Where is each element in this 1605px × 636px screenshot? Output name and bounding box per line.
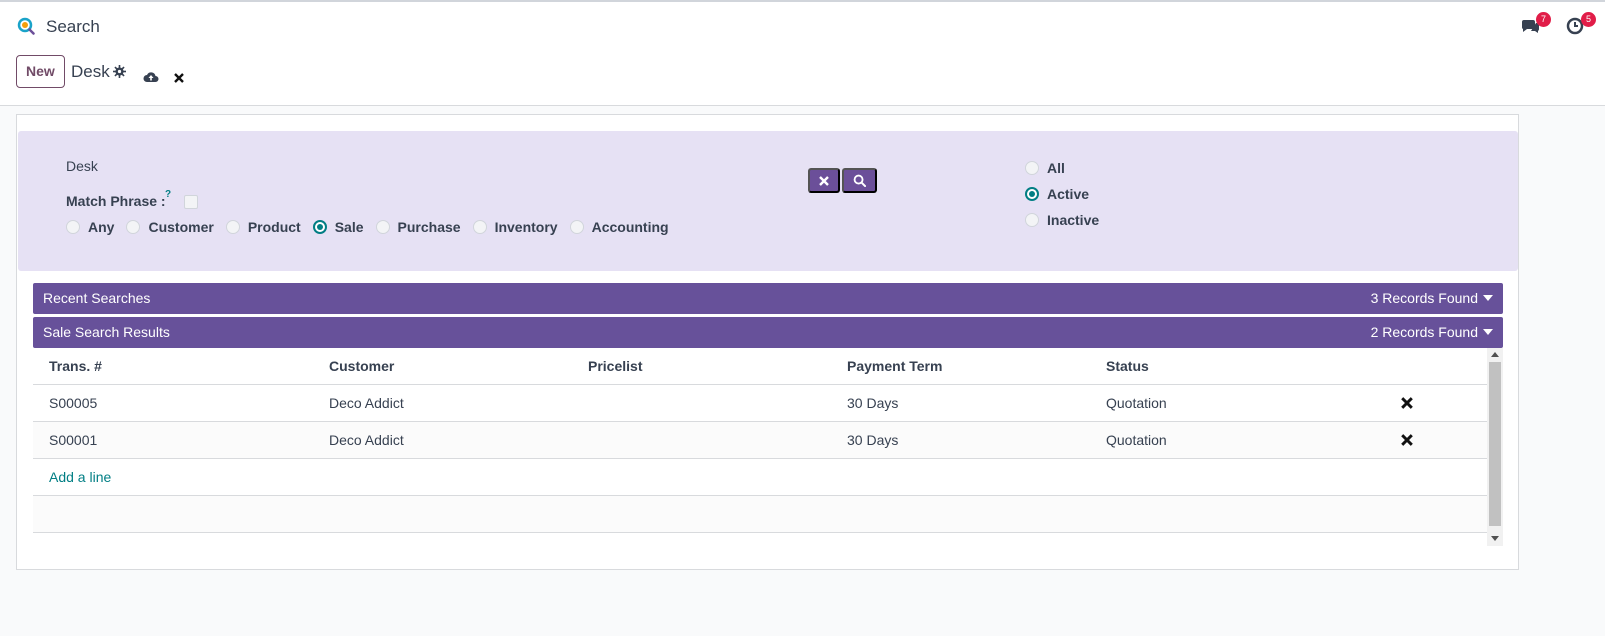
cell-customer: Deco Addict [329,432,404,448]
control-panel: New Desk [0,48,1605,106]
column-header-customer[interactable]: Customer [329,358,394,374]
recent-searches-header[interactable]: Recent Searches 3 Records Found [33,283,1503,314]
status-radio-group: All Active Inactive [1025,155,1099,233]
category-purchase[interactable]: Purchase [375,219,461,235]
new-button[interactable]: New [16,55,65,88]
radio-button[interactable] [225,220,240,234]
scroll-thumb[interactable] [1489,362,1501,526]
cell-payment-term: 30 Days [847,395,899,411]
messages-count-badge: 7 [1536,12,1551,27]
column-header-pricelist[interactable]: Pricelist [588,358,642,374]
radio-button[interactable] [1025,213,1039,227]
section-title: Recent Searches [43,290,151,306]
table-row[interactable]: S00005 Deco Addict 30 Days Quotation [33,385,1487,422]
radio-button-selected[interactable] [1025,187,1039,201]
status-active[interactable]: Active [1025,181,1099,207]
cloud-upload-icon[interactable] [143,70,159,83]
status-all[interactable]: All [1025,155,1099,181]
radio-button[interactable] [375,220,390,234]
gear-icon[interactable] [113,65,126,78]
match-phrase-label: Match Phrase : [66,193,166,209]
cell-trans: S00005 [49,395,98,411]
cell-status: Quotation [1106,432,1167,448]
radio-button[interactable] [66,220,80,234]
table-header: Trans. # Customer Pricelist Payment Term… [33,348,1487,385]
search-app-icon[interactable] [17,17,35,35]
search-panel: Desk Match Phrase : ? Any Customer Produ… [18,131,1518,271]
activities-button[interactable]: 5 [1565,12,1596,38]
category-accounting[interactable]: Accounting [569,219,669,235]
caret-down-icon [1483,329,1493,335]
column-header-trans[interactable]: Trans. # [49,358,102,374]
table-scrollbar[interactable] [1487,348,1503,546]
category-customer[interactable]: Customer [126,219,214,235]
empty-row [33,496,1487,533]
form-sheet: Desk Match Phrase : ? Any Customer Produ… [16,114,1519,570]
cell-status: Quotation [1106,395,1167,411]
cell-payment-term: 30 Days [847,432,899,448]
caret-down-icon [1483,295,1493,301]
category-inventory[interactable]: Inventory [472,219,558,235]
section-title: Sale Search Results [43,324,170,340]
radio-button[interactable] [1025,161,1039,175]
sale-results-table: Trans. # Customer Pricelist Payment Term… [33,348,1503,546]
activities-count-badge: 5 [1581,12,1596,27]
scroll-down-arrow-icon[interactable] [1491,536,1499,541]
status-inactive[interactable]: Inactive [1025,207,1099,233]
match-phrase-checkbox[interactable] [184,195,198,209]
radio-button[interactable] [569,220,584,234]
category-product[interactable]: Product [225,219,301,235]
radio-button[interactable] [126,220,141,234]
close-icon[interactable] [174,73,184,83]
app-title[interactable]: Search [46,17,100,37]
column-header-status[interactable]: Status [1106,358,1149,374]
desk-label: Desk [66,158,98,174]
records-found-toggle[interactable]: 2 Records Found [1371,324,1493,340]
column-header-payment-term[interactable]: Payment Term [847,358,942,374]
sale-results-header[interactable]: Sale Search Results 2 Records Found [33,317,1503,348]
search-icon [853,174,866,187]
top-navbar: Search 7 5 [0,0,1605,48]
help-tooltip-marker[interactable]: ? [165,189,171,200]
category-radio-group: Any Customer Product Sale Purchase Inven… [66,219,681,235]
radio-button-selected[interactable] [312,220,327,234]
records-found-toggle[interactable]: 3 Records Found [1371,290,1493,306]
radio-button[interactable] [472,220,487,234]
add-line-link[interactable]: Add a line [49,469,111,485]
cell-trans: S00001 [49,432,98,448]
scroll-up-arrow-icon[interactable] [1491,352,1499,357]
cell-customer: Deco Addict [329,395,404,411]
delete-row-icon[interactable] [1401,434,1413,446]
search-button[interactable] [842,168,877,193]
add-line-row: Add a line [33,459,1487,496]
messages-button[interactable]: 7 [1520,12,1551,38]
clear-search-button[interactable] [808,168,840,193]
close-icon [819,175,829,186]
category-sale[interactable]: Sale [312,219,364,235]
table-row[interactable]: S00001 Deco Addict 30 Days Quotation [33,422,1487,459]
record-name: Desk [71,62,110,81]
delete-row-icon[interactable] [1401,397,1413,409]
category-any[interactable]: Any [66,219,114,235]
